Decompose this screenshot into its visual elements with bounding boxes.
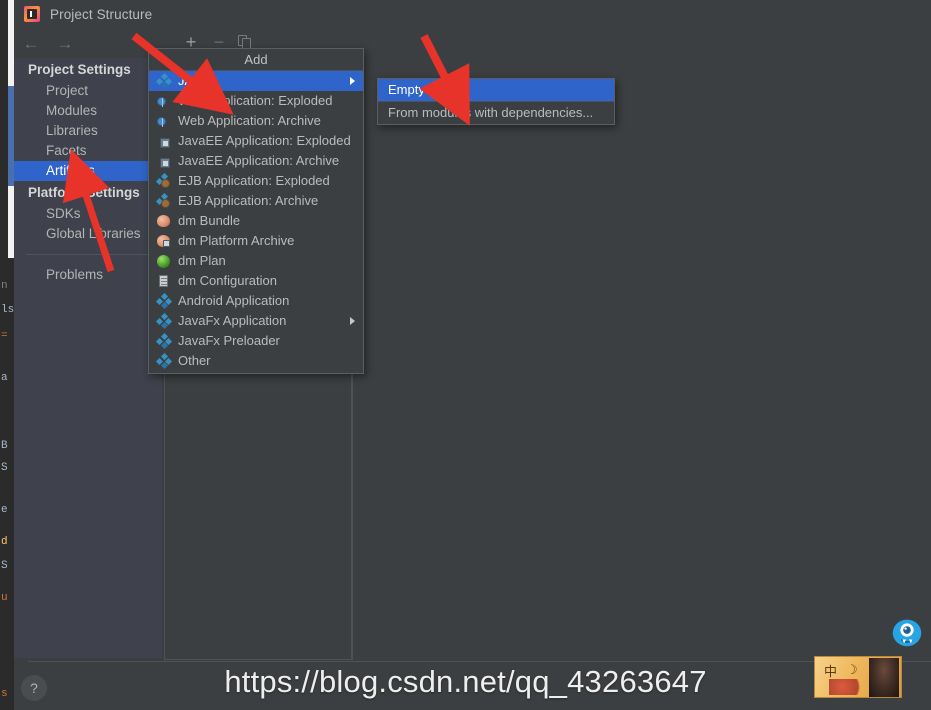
add-artifact-menu: Add JAR Web Application: Exploded Web Ap… — [148, 48, 364, 374]
background-code-line: a — [1, 372, 8, 384]
sidebar-item-sdks[interactable]: SDKs — [14, 204, 162, 224]
ejb-icon — [155, 172, 172, 190]
menu-item-ejb-application-archive[interactable]: EJB Application: Archive — [149, 191, 363, 211]
menu-item-dm-bundle[interactable]: dm Bundle — [149, 211, 363, 231]
background-code-line: ls — [1, 304, 15, 316]
add-menu-title: Add — [149, 49, 363, 71]
submenu-item-label: Empty — [388, 82, 425, 97]
menu-item-label: JavaFx Preloader — [178, 333, 280, 348]
dm-archive-icon — [157, 234, 171, 248]
dm-bundle-icon — [157, 214, 171, 228]
menu-item-dm-plan[interactable]: dm Plan — [149, 251, 363, 271]
background-code-line: u — [1, 592, 8, 604]
menu-item-dm-configuration[interactable]: dm Configuration — [149, 271, 363, 291]
menu-item-other[interactable]: Other — [149, 351, 363, 371]
ime-decoration — [829, 679, 863, 695]
menu-item-label: Web Application: Exploded — [178, 93, 333, 108]
intellij-idea-icon — [24, 6, 40, 22]
menu-item-ejb-application-exploded[interactable]: EJB Application: Exploded — [149, 171, 363, 191]
forward-arrow-icon[interactable]: → — [56, 35, 74, 52]
background-code-line: n — [1, 280, 8, 292]
menu-item-javaee-application-archive[interactable]: JavaEE Application: Archive — [149, 151, 363, 171]
sidebar-group-project-settings: Project Settings — [28, 62, 131, 77]
dialog-bottom-divider — [28, 661, 931, 662]
web-icon — [157, 94, 171, 108]
jar-submenu: Empty From modules with dependencies... — [377, 78, 615, 125]
screenshot-root: n ls = a B S e d S u s Project Structure… — [0, 0, 931, 710]
dm-config-icon — [157, 274, 171, 288]
back-arrow-icon[interactable]: ← — [22, 35, 40, 52]
menu-item-label: dm Bundle — [178, 213, 241, 228]
menu-item-label: dm Platform Archive — [178, 233, 295, 248]
menu-item-jar[interactable]: JAR — [149, 71, 363, 91]
background-code-line: d — [1, 536, 8, 548]
diamond-icon — [155, 352, 173, 370]
menu-item-web-application-archive[interactable]: Web Application: Archive — [149, 111, 363, 131]
menu-item-label: EJB Application: Archive — [178, 193, 319, 208]
blue-monster-search-icon[interactable] — [888, 612, 926, 650]
ejb-icon — [155, 192, 172, 210]
ime-chinese-label: 中 — [824, 665, 838, 680]
menu-item-web-application-exploded[interactable]: Web Application: Exploded — [149, 91, 363, 111]
sidebar-item-libraries[interactable]: Libraries — [14, 121, 162, 141]
chevron-right-icon — [350, 317, 355, 325]
diamond-icon — [155, 332, 173, 350]
sidebar-group-platform-settings: Platform Settings — [28, 185, 140, 200]
ime-moon-icon: ☽ — [846, 662, 858, 677]
background-code-line: B — [1, 440, 8, 452]
dialog-title: Project Structure — [50, 6, 153, 22]
web-icon — [157, 114, 171, 128]
diamond-icon — [155, 292, 173, 310]
submenu-item-label: From modules with dependencies... — [388, 105, 594, 120]
ime-indicator-popup: 中 ☽ — [814, 656, 902, 698]
menu-item-javaee-application-exploded[interactable]: JavaEE Application: Exploded — [149, 131, 363, 151]
menu-item-label: EJB Application: Exploded — [178, 173, 330, 188]
menu-item-label: JavaFx Application — [178, 313, 287, 328]
diamond-icon — [155, 72, 173, 90]
menu-item-android-application[interactable]: Android Application — [149, 291, 363, 311]
menu-item-label: Web Application: Archive — [178, 113, 321, 128]
navigation-row: ← → — [14, 28, 162, 58]
sidebar-item-problems[interactable]: Problems — [14, 265, 162, 285]
submenu-item-empty[interactable]: Empty — [378, 79, 614, 101]
menu-item-javafx-preloader[interactable]: JavaFx Preloader — [149, 331, 363, 351]
dialog-titlebar: Project Structure — [14, 0, 931, 28]
dm-plan-icon — [157, 254, 171, 268]
settings-sidebar: Project Settings Project Modules Librari… — [14, 58, 162, 658]
sidebar-item-project[interactable]: Project — [14, 81, 162, 101]
menu-item-label: JAR — [178, 73, 203, 88]
sidebar-item-artifacts[interactable]: Artifacts — [14, 161, 162, 181]
diamond-icon — [155, 312, 173, 330]
background-code-line: = — [1, 330, 8, 342]
sidebar-item-facets[interactable]: Facets — [14, 141, 162, 161]
sidebar-item-global-libraries[interactable]: Global Libraries — [14, 224, 162, 244]
menu-item-label: Android Application — [178, 293, 290, 308]
sidebar-divider — [26, 254, 152, 255]
background-code-line: S — [1, 462, 8, 474]
background-code-line: S — [1, 560, 8, 572]
menu-item-label: JavaEE Application: Exploded — [178, 133, 351, 148]
background-code-line: e — [1, 504, 8, 516]
menu-item-label: JavaEE Application: Archive — [178, 153, 340, 168]
menu-item-javafx-application[interactable]: JavaFx Application — [149, 311, 363, 331]
menu-item-label: Other — [178, 353, 211, 368]
sidebar-item-modules[interactable]: Modules — [14, 101, 162, 121]
javaee-icon — [157, 154, 171, 168]
watermark-url: https://blog.csdn.net/qq_43263647 — [224, 664, 707, 699]
menu-item-label: dm Configuration — [178, 273, 277, 288]
javaee-icon — [157, 134, 171, 148]
menu-item-label: dm Plan — [178, 253, 226, 268]
chevron-right-icon — [350, 77, 355, 85]
submenu-item-from-modules-with-dependencies[interactable]: From modules with dependencies... — [378, 102, 614, 124]
menu-item-dm-platform-archive[interactable]: dm Platform Archive — [149, 231, 363, 251]
ime-avatar-image — [869, 658, 899, 697]
